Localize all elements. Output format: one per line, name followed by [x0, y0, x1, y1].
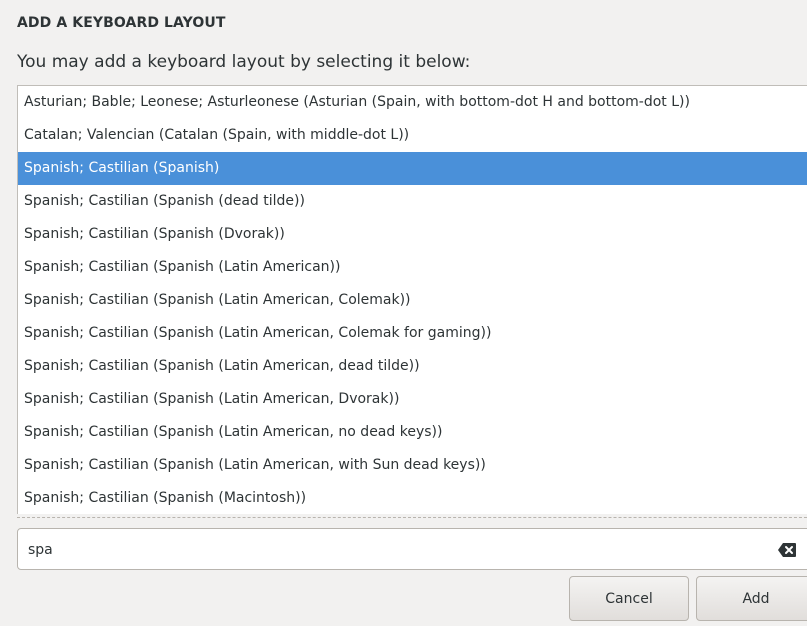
layout-list-item[interactable]: Spanish; Castilian (Spanish (Macintosh))	[18, 482, 807, 514]
layout-list-item[interactable]: Spanish; Castilian (Spanish)	[18, 152, 807, 185]
layout-list-item[interactable]: Spanish; Castilian (Spanish (Latin Ameri…	[18, 416, 807, 449]
layout-list-item[interactable]: Spanish; Castilian (Spanish (Latin Ameri…	[18, 449, 807, 482]
list-scroll-edge	[17, 513, 807, 518]
layout-list-item[interactable]: Spanish; Castilian (Spanish (Latin Ameri…	[18, 350, 807, 383]
layout-list-item[interactable]: Spanish; Castilian (Spanish (Latin Ameri…	[18, 317, 807, 350]
layout-list-item[interactable]: Spanish; Castilian (Spanish (Latin Ameri…	[18, 251, 807, 284]
layout-list-item[interactable]: Spanish; Castilian (Spanish (Latin Ameri…	[18, 383, 807, 416]
backspace-clear-icon[interactable]	[778, 543, 796, 557]
add-keyboard-layout-dialog: ADD A KEYBOARD LAYOUT You may add a keyb…	[0, 0, 807, 626]
layout-list-item[interactable]: Spanish; Castilian (Spanish (Latin Ameri…	[18, 284, 807, 317]
search-field[interactable]: spa	[17, 528, 807, 570]
keyboard-layout-list[interactable]: Asturian; Bable; Leonese; Asturleonese (…	[17, 85, 807, 514]
layout-list-item[interactable]: Spanish; Castilian (Spanish (Dvorak))	[18, 218, 807, 251]
layout-list-item[interactable]: Catalan; Valencian (Catalan (Spain, with…	[18, 119, 807, 152]
dialog-title: ADD A KEYBOARD LAYOUT	[17, 15, 226, 31]
layout-list-item[interactable]: Asturian; Bable; Leonese; Asturleonese (…	[18, 86, 807, 119]
cancel-button[interactable]: Cancel	[569, 576, 689, 621]
dialog-subtitle: You may add a keyboard layout by selecti…	[17, 52, 471, 72]
search-input-value[interactable]: spa	[28, 529, 53, 571]
layout-list-item[interactable]: Spanish; Castilian (Spanish (dead tilde)…	[18, 185, 807, 218]
add-button[interactable]: Add	[696, 576, 807, 621]
